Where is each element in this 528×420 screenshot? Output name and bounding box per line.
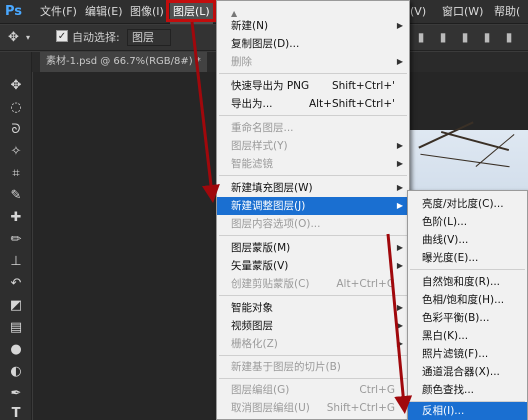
dodge-tool-icon[interactable]: ◐: [6, 362, 26, 382]
submenu-item-vibrance[interactable]: 自然饱和度(R)...: [408, 273, 527, 291]
menu-edit[interactable]: 编辑(E): [85, 0, 123, 24]
menu-item-new-layer-slice[interactable]: 新建基于图层的切片(B): [217, 358, 409, 376]
auto-select-dropdown[interactable]: [127, 29, 171, 46]
eraser-tool-icon[interactable]: ◩: [6, 296, 26, 316]
menu-item-create-clipping-mask[interactable]: 创建剪贴蒙版(C) Alt+Ctrl+G: [217, 275, 409, 293]
tools-panel: ✥ ◌ ᘐ ✧ ⌗ ✎ ✚ ✏ ⊥ ↶ ◩ ▤ ● ◐ ✒ T: [0, 52, 32, 420]
distribute-icon[interactable]: ▮: [480, 30, 494, 44]
align-icon[interactable]: ▮: [436, 30, 450, 44]
auto-select-label: 自动选择:: [72, 31, 120, 44]
menu-file[interactable]: 文件(F): [40, 0, 77, 24]
menu-item-ungroup-layers[interactable]: 取消图层编组(U) Shift+Ctrl+G: [217, 399, 409, 417]
document-tab[interactable]: 素材-1.psd @ 66.7%(RGB/8#) *: [40, 52, 207, 72]
healing-brush-icon[interactable]: ✚: [6, 208, 26, 228]
gradient-tool-icon[interactable]: ▤: [6, 318, 26, 338]
menu-item-smart-filter[interactable]: 智能滤镜 ▶: [217, 155, 409, 173]
menu-separator: [410, 269, 525, 270]
submenu-item-channel-mixer[interactable]: 通道混合器(X)...: [408, 363, 527, 381]
menu-separator: [219, 73, 407, 74]
menu-item-video-layer[interactable]: 视频图层 ▶: [217, 317, 409, 335]
brush-tool-icon[interactable]: ✏: [6, 230, 26, 250]
menu-item-delete[interactable]: 删除 ▶: [217, 53, 409, 71]
menu-item-layer-style[interactable]: 图层样式(Y) ▶: [217, 137, 409, 155]
marquee-tool-icon[interactable]: ◌: [6, 98, 26, 118]
pen-tool-icon[interactable]: ✒: [6, 384, 26, 404]
submenu-item-color-balance[interactable]: 色彩平衡(B)...: [408, 309, 527, 327]
submenu-item-brightness-contrast[interactable]: 亮度/对比度(C)...: [408, 195, 527, 213]
menu-item-rasterize[interactable]: 栅格化(Z) ▶: [217, 335, 409, 353]
layer-menu-annotation-box: [166, 0, 216, 22]
menu-item-quick-export-png[interactable]: 快速导出为 PNG Shift+Ctrl+': [217, 77, 409, 95]
menu-item-new-fill-layer[interactable]: 新建填充图层(W) ▶: [217, 179, 409, 197]
menu-help[interactable]: 帮助(: [494, 0, 520, 24]
menu-view[interactable]: (V): [410, 0, 426, 24]
blur-tool-icon[interactable]: ●: [6, 340, 26, 360]
history-brush-icon[interactable]: ↶: [6, 274, 26, 294]
move-tool-icon[interactable]: ✥: [8, 30, 19, 46]
submenu-item-levels[interactable]: 色阶(L)...: [408, 213, 527, 231]
menu-separator: [219, 235, 407, 236]
menu-separator: [219, 295, 407, 296]
menu-item-smart-object[interactable]: 智能对象 ▶: [217, 299, 409, 317]
submenu-item-hue-saturation[interactable]: 色相/饱和度(H)...: [408, 291, 527, 309]
menu-item-new-adjustment-layer[interactable]: 新建调整图层(J) ▶: [217, 197, 409, 215]
menu-separator: [219, 175, 407, 176]
align-icon[interactable]: ▮: [414, 30, 428, 44]
menu-item-export-as[interactable]: 导出为... Alt+Shift+Ctrl+': [217, 95, 409, 113]
eyedropper-icon[interactable]: ✎: [6, 186, 26, 206]
chevron-down-icon[interactable]: ▾: [26, 30, 30, 46]
submenu-item-exposure[interactable]: 曝光度(E)...: [408, 249, 527, 267]
submenu-item-curves[interactable]: 曲线(V)...: [408, 231, 527, 249]
move-tool-icon[interactable]: ✥: [6, 76, 26, 96]
submenu-item-invert[interactable]: 反相(I)...: [408, 402, 527, 420]
adjustment-submenu: 亮度/对比度(C)... 色阶(L)... 曲线(V)... 曝光度(E)...…: [407, 190, 528, 420]
magic-wand-icon[interactable]: ✧: [6, 142, 26, 162]
menu-item-layer-mask[interactable]: 图层蒙版(M) ▶: [217, 239, 409, 257]
submenu-item-photo-filter[interactable]: 照片滤镜(F)...: [408, 345, 527, 363]
menu-item-new[interactable]: 新建(N) ▶: [217, 17, 409, 35]
clone-stamp-icon[interactable]: ⊥: [6, 252, 26, 272]
menu-item-group-layers[interactable]: 图层编组(G) Ctrl+G: [217, 381, 409, 399]
menu-item-rename-layer[interactable]: 重命名图层...: [217, 119, 409, 137]
menu-item-vector-mask[interactable]: 矢量蒙版(V) ▶: [217, 257, 409, 275]
photoshop-logo: Ps: [5, 4, 23, 19]
type-tool-icon[interactable]: T: [6, 404, 26, 420]
menu-window[interactable]: 窗口(W): [442, 0, 483, 24]
menu-item-duplicate-layer[interactable]: 复制图层(D)...: [217, 35, 409, 53]
distribute-icon[interactable]: ▮: [458, 30, 472, 44]
menu-item-layer-content-options[interactable]: 图层内容选项(O)...: [217, 215, 409, 233]
crop-tool-icon[interactable]: ⌗: [6, 164, 26, 184]
lasso-tool-icon[interactable]: ᘐ: [6, 120, 26, 140]
menu-separator: [219, 115, 407, 116]
auto-select-checkbox[interactable]: ✓: [56, 30, 68, 42]
submenu-item-black-white[interactable]: 黑白(K)...: [408, 327, 527, 345]
photoshop-window: Ps 文件(F) 编辑(E) 图像(I) 图层(L) (V) 窗口(W) 帮助(…: [0, 0, 528, 420]
layer-dropdown-menu: ▲ 新建(N) ▶ 复制图层(D)... 删除 ▶ 快速导出为 PNG Shift+C…: [216, 0, 410, 420]
menu-separator: [219, 355, 407, 356]
menu-image[interactable]: 图像(I): [130, 0, 164, 24]
menu-separator: [219, 378, 407, 379]
submenu-item-color-lookup[interactable]: 颜色查找...: [408, 381, 527, 399]
distribute-icon[interactable]: ▮: [502, 30, 516, 44]
